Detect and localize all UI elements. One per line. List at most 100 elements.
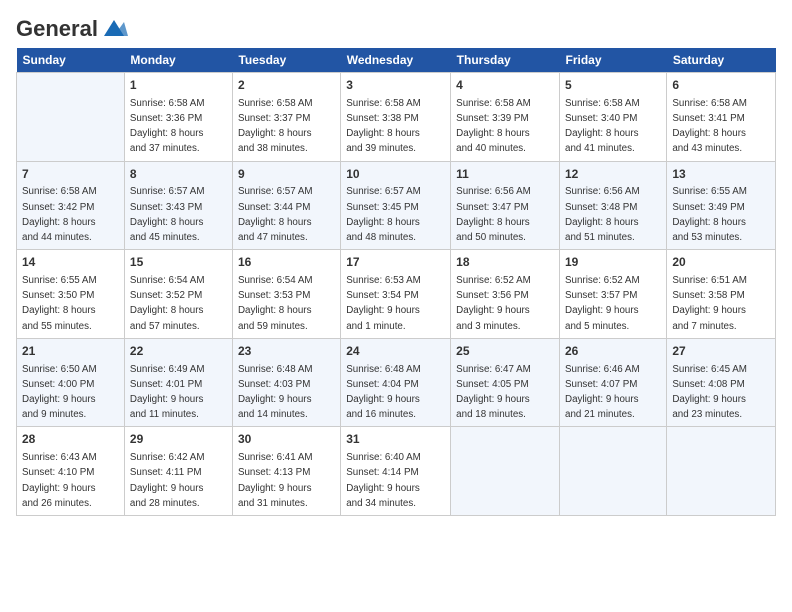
- day-info: Sunrise: 6:58 AM Sunset: 3:38 PM Dayligh…: [346, 98, 421, 155]
- calendar-cell: 27Sunrise: 6:45 AM Sunset: 4:08 PM Dayli…: [667, 338, 776, 427]
- day-info: Sunrise: 6:45 AM Sunset: 4:08 PM Dayligh…: [672, 364, 747, 421]
- day-info: Sunrise: 6:54 AM Sunset: 3:53 PM Dayligh…: [238, 275, 313, 332]
- col-saturday: Saturday: [667, 48, 776, 73]
- calendar-cell: 3 Sunrise: 6:58 AM Sunset: 3:38 PM Daylig…: [341, 73, 451, 162]
- day-info: Sunrise: 6:58 AM Sunset: 3:37 PM Dayligh…: [238, 98, 313, 155]
- day-number: 7: [22, 166, 119, 183]
- day-number: 29: [130, 431, 227, 448]
- day-info: Sunrise: 6:58 AM Sunset: 3:36 PM Dayligh…: [130, 98, 205, 155]
- day-info: Sunrise: 6:40 AM Sunset: 4:14 PM Dayligh…: [346, 452, 421, 509]
- day-number: 4: [456, 77, 554, 94]
- calendar-cell: 4 Sunrise: 6:58 AM Sunset: 3:39 PM Daylig…: [451, 73, 560, 162]
- day-info: Sunrise: 6:58 AM Sunset: 3:42 PM Dayligh…: [22, 186, 97, 243]
- calendar-cell: 29 Sunrise: 6:42 AM Sunset: 4:11 PM Dayli…: [124, 427, 232, 516]
- day-number: 13: [672, 166, 770, 183]
- calendar-cell: 23 Sunrise: 6:48 AM Sunset: 4:03 PM Dayli…: [232, 338, 340, 427]
- calendar-cell: 11Sunrise: 6:56 AM Sunset: 3:47 PM Dayli…: [451, 161, 560, 250]
- calendar-cell: 7 Sunrise: 6:58 AM Sunset: 3:42 PM Daylig…: [17, 161, 125, 250]
- page-container: General Sunday Monday Tuesday Wednesday …: [0, 0, 792, 526]
- day-info: Sunrise: 6:43 AM Sunset: 4:10 PM Dayligh…: [22, 452, 97, 509]
- day-info: Sunrise: 6:58 AM Sunset: 3:40 PM Dayligh…: [565, 98, 640, 155]
- calendar-cell: [667, 427, 776, 516]
- day-info: Sunrise: 6:42 AM Sunset: 4:11 PM Dayligh…: [130, 452, 205, 509]
- calendar-week-row: 14 Sunrise: 6:55 AM Sunset: 3:50 PM Dayli…: [17, 250, 776, 339]
- day-info: Sunrise: 6:52 AM Sunset: 3:57 PM Dayligh…: [565, 275, 640, 332]
- calendar-header-row: Sunday Monday Tuesday Wednesday Thursday…: [17, 48, 776, 73]
- day-number: 28: [22, 431, 119, 448]
- calendar-week-row: 1 Sunrise: 6:58 AM Sunset: 3:36 PM Daylig…: [17, 73, 776, 162]
- day-number: 8: [130, 166, 227, 183]
- calendar-cell: 24 Sunrise: 6:48 AM Sunset: 4:04 PM Dayli…: [341, 338, 451, 427]
- day-number: 18: [456, 254, 554, 271]
- calendar-cell: 26 Sunrise: 6:46 AM Sunset: 4:07 PM Dayli…: [560, 338, 667, 427]
- day-info: Sunrise: 6:49 AM Sunset: 4:01 PM Dayligh…: [130, 364, 205, 421]
- day-number: 10: [346, 166, 445, 183]
- day-info: Sunrise: 6:41 AM Sunset: 4:13 PM Dayligh…: [238, 452, 313, 509]
- day-number: 1: [130, 77, 227, 94]
- day-number: 24: [346, 343, 445, 360]
- calendar-cell: 18 Sunrise: 6:52 AM Sunset: 3:56 PM Dayli…: [451, 250, 560, 339]
- day-info: Sunrise: 6:54 AM Sunset: 3:52 PM Dayligh…: [130, 275, 205, 332]
- calendar-cell: [17, 73, 125, 162]
- day-info: Sunrise: 6:57 AM Sunset: 3:43 PM Dayligh…: [130, 186, 205, 243]
- col-thursday: Thursday: [451, 48, 560, 73]
- logo: General: [16, 16, 128, 38]
- day-number: 26: [565, 343, 661, 360]
- calendar-table: Sunday Monday Tuesday Wednesday Thursday…: [16, 48, 776, 516]
- calendar-cell: 17Sunrise: 6:53 AM Sunset: 3:54 PM Dayli…: [341, 250, 451, 339]
- day-number: 6: [672, 77, 770, 94]
- logo-general-text: General: [16, 16, 98, 42]
- day-info: Sunrise: 6:48 AM Sunset: 4:03 PM Dayligh…: [238, 364, 313, 421]
- day-info: Sunrise: 6:46 AM Sunset: 4:07 PM Dayligh…: [565, 364, 640, 421]
- day-info: Sunrise: 6:55 AM Sunset: 3:49 PM Dayligh…: [672, 186, 747, 243]
- calendar-cell: 16Sunrise: 6:54 AM Sunset: 3:53 PM Dayli…: [232, 250, 340, 339]
- day-number: 2: [238, 77, 335, 94]
- calendar-cell: [451, 427, 560, 516]
- calendar-cell: 25 Sunrise: 6:47 AM Sunset: 4:05 PM Dayli…: [451, 338, 560, 427]
- calendar-cell: 22 Sunrise: 6:49 AM Sunset: 4:01 PM Dayli…: [124, 338, 232, 427]
- day-number: 19: [565, 254, 661, 271]
- day-number: 25: [456, 343, 554, 360]
- calendar-week-row: 21 Sunrise: 6:50 AM Sunset: 4:00 PM Dayli…: [17, 338, 776, 427]
- day-info: Sunrise: 6:58 AM Sunset: 3:39 PM Dayligh…: [456, 98, 531, 155]
- calendar-cell: 13 Sunrise: 6:55 AM Sunset: 3:49 PM Dayli…: [667, 161, 776, 250]
- day-info: Sunrise: 6:48 AM Sunset: 4:04 PM Dayligh…: [346, 364, 421, 421]
- header: General: [16, 16, 776, 38]
- day-info: Sunrise: 6:57 AM Sunset: 3:44 PM Dayligh…: [238, 186, 313, 243]
- day-info: Sunrise: 6:57 AM Sunset: 3:45 PM Dayligh…: [346, 186, 421, 243]
- day-number: 12: [565, 166, 661, 183]
- calendar-cell: 12 Sunrise: 6:56 AM Sunset: 3:48 PM Dayli…: [560, 161, 667, 250]
- calendar-week-row: 28 Sunrise: 6:43 AM Sunset: 4:10 PM Dayli…: [17, 427, 776, 516]
- day-info: Sunrise: 6:53 AM Sunset: 3:54 PM Dayligh…: [346, 275, 421, 332]
- day-info: Sunrise: 6:55 AM Sunset: 3:50 PM Dayligh…: [22, 275, 97, 332]
- day-info: Sunrise: 6:52 AM Sunset: 3:56 PM Dayligh…: [456, 275, 531, 332]
- calendar-cell: 5 Sunrise: 6:58 AM Sunset: 3:40 PM Daylig…: [560, 73, 667, 162]
- calendar-cell: 21 Sunrise: 6:50 AM Sunset: 4:00 PM Dayli…: [17, 338, 125, 427]
- calendar-cell: 1 Sunrise: 6:58 AM Sunset: 3:36 PM Daylig…: [124, 73, 232, 162]
- calendar-cell: 10 Sunrise: 6:57 AM Sunset: 3:45 PM Dayli…: [341, 161, 451, 250]
- calendar-cell: [560, 427, 667, 516]
- day-info: Sunrise: 6:50 AM Sunset: 4:00 PM Dayligh…: [22, 364, 97, 421]
- day-number: 30: [238, 431, 335, 448]
- day-info: Sunrise: 6:56 AM Sunset: 3:47 PM Dayligh…: [456, 186, 531, 243]
- day-info: Sunrise: 6:56 AM Sunset: 3:48 PM Dayligh…: [565, 186, 640, 243]
- logo-icon: [100, 18, 128, 40]
- calendar-cell: 14 Sunrise: 6:55 AM Sunset: 3:50 PM Dayli…: [17, 250, 125, 339]
- day-number: 14: [22, 254, 119, 271]
- calendar-cell: 19 Sunrise: 6:52 AM Sunset: 3:57 PM Dayli…: [560, 250, 667, 339]
- col-monday: Monday: [124, 48, 232, 73]
- calendar-cell: 9Sunrise: 6:57 AM Sunset: 3:44 PM Daylig…: [232, 161, 340, 250]
- day-number: 3: [346, 77, 445, 94]
- day-info: Sunrise: 6:58 AM Sunset: 3:41 PM Dayligh…: [672, 98, 747, 155]
- calendar-cell: 31Sunrise: 6:40 AM Sunset: 4:14 PM Dayli…: [341, 427, 451, 516]
- day-number: 20: [672, 254, 770, 271]
- day-info: Sunrise: 6:51 AM Sunset: 3:58 PM Dayligh…: [672, 275, 747, 332]
- day-number: 23: [238, 343, 335, 360]
- calendar-cell: 28 Sunrise: 6:43 AM Sunset: 4:10 PM Dayli…: [17, 427, 125, 516]
- day-info: Sunrise: 6:47 AM Sunset: 4:05 PM Dayligh…: [456, 364, 531, 421]
- calendar-cell: 15Sunrise: 6:54 AM Sunset: 3:52 PM Dayli…: [124, 250, 232, 339]
- day-number: 5: [565, 77, 661, 94]
- col-tuesday: Tuesday: [232, 48, 340, 73]
- day-number: 22: [130, 343, 227, 360]
- day-number: 21: [22, 343, 119, 360]
